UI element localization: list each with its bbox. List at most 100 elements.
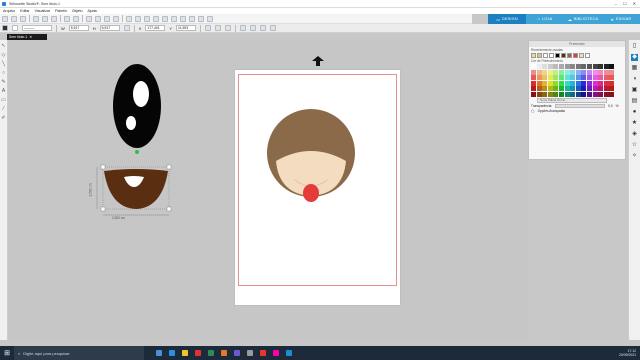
menu-editar[interactable]: Editar <box>20 9 29 13</box>
fill-color-swatch[interactable] <box>2 25 8 31</box>
open-file-button[interactable] <box>11 15 17 22</box>
redo-button[interactable] <box>73 15 79 22</box>
pan-icon[interactable] <box>113 15 119 22</box>
offset-panel-icon[interactable]: ◈ <box>631 131 638 138</box>
page-setup-icon[interactable]: ▯ <box>631 43 638 50</box>
palette-swatch[interactable] <box>570 64 576 69</box>
palette-swatch[interactable] <box>558 64 564 69</box>
palette-swatch[interactable] <box>531 64 536 69</box>
bring-front-icon[interactable] <box>189 15 195 22</box>
palette-swatch[interactable] <box>575 86 581 92</box>
palette-swatch[interactable] <box>592 69 598 75</box>
app-icon[interactable] <box>247 350 253 356</box>
close-tab-icon[interactable]: ✕ <box>29 35 32 39</box>
transparency-value[interactable]: 0,0 <box>608 104 612 108</box>
send-back-icon[interactable] <box>198 15 204 22</box>
palette-swatch[interactable] <box>570 75 576 81</box>
palette-swatch[interactable] <box>603 69 609 75</box>
fill-panel-icon[interactable]: ◆ <box>631 54 638 61</box>
palette-swatch[interactable] <box>531 80 536 86</box>
palette-swatch[interactable] <box>547 86 553 92</box>
palette-swatch[interactable] <box>536 91 542 97</box>
app-icon[interactable] <box>208 350 214 356</box>
palette-swatch[interactable] <box>536 64 542 69</box>
text-tool-icon[interactable]: A <box>1 89 6 94</box>
palette-swatch[interactable] <box>581 75 587 81</box>
favorites-star-icon[interactable]: ★ <box>631 120 638 127</box>
palette-swatch[interactable] <box>598 75 604 81</box>
document-tab[interactable]: Sem título-1 ✕ <box>7 34 47 40</box>
palette-swatch[interactable] <box>575 91 581 97</box>
palette-swatch[interactable] <box>547 75 553 81</box>
save-button[interactable] <box>20 15 26 22</box>
palette-swatch[interactable] <box>558 86 564 92</box>
recent-swatch[interactable] <box>573 53 578 58</box>
tab-design[interactable]: ▭ DESIGN <box>488 14 526 24</box>
app-icon[interactable] <box>221 350 227 356</box>
new-file-button[interactable] <box>2 15 8 22</box>
cut-button[interactable] <box>33 15 39 22</box>
rhinestone-star-icon[interactable]: ☆ <box>631 142 638 149</box>
palette-swatch[interactable] <box>609 80 615 86</box>
advanced-options-row[interactable]: ◯ Opções Avançadas <box>531 109 623 113</box>
palette-swatch[interactable] <box>609 75 615 81</box>
ungroup-icon[interactable] <box>135 15 141 22</box>
replicate-icon[interactable] <box>153 15 159 22</box>
palette-swatch[interactable] <box>603 80 609 86</box>
edge-browser-icon[interactable] <box>169 350 175 356</box>
palette-swatch[interactable] <box>536 75 542 81</box>
menu-paineis[interactable]: Painéis <box>55 9 67 13</box>
palette-swatch[interactable] <box>581 91 587 97</box>
x-position-field[interactable]: 177,401 <box>145 25 166 31</box>
file-explorer-icon[interactable] <box>182 350 188 356</box>
edit-points-icon[interactable]: ◇ <box>1 53 6 58</box>
palette-swatch[interactable] <box>531 86 536 92</box>
transform-icon[interactable]: ▣ <box>631 87 638 94</box>
palette-swatch[interactable] <box>570 86 576 92</box>
palette-swatch[interactable] <box>609 91 615 97</box>
palette-swatch[interactable] <box>592 86 598 92</box>
taskbar-search[interactable]: ⌕ Digite aqui para pesquisar <box>14 346 144 360</box>
palette-swatch[interactable] <box>542 75 548 81</box>
recent-swatch[interactable] <box>549 53 554 58</box>
recent-swatch[interactable] <box>543 53 548 58</box>
palette-swatch[interactable] <box>542 91 548 97</box>
recent-swatch[interactable] <box>531 53 536 58</box>
palette-swatch[interactable] <box>558 69 564 75</box>
palette-swatch[interactable] <box>536 86 542 92</box>
palette-swatch[interactable] <box>575 69 581 75</box>
palette-swatch[interactable] <box>603 75 609 81</box>
palette-swatch[interactable] <box>592 80 598 86</box>
menu-objeto[interactable]: Objeto <box>72 9 83 13</box>
group-icon[interactable] <box>126 15 132 22</box>
palette-swatch[interactable] <box>564 91 570 97</box>
height-field[interactable]: 5,517 <box>99 25 120 31</box>
pointer-tool-icon[interactable]: ↖ <box>1 44 6 49</box>
trace-panel-icon[interactable]: ✧ <box>631 153 638 160</box>
palette-swatch[interactable] <box>542 80 548 86</box>
trace-icon[interactable] <box>171 15 177 22</box>
palette-swatch[interactable] <box>564 86 570 92</box>
palette-swatch[interactable] <box>592 75 598 81</box>
palette-swatch[interactable] <box>598 91 604 97</box>
layers-icon[interactable] <box>240 25 247 31</box>
menu-ajuda[interactable]: Ajuda <box>87 9 96 13</box>
palette-swatch[interactable] <box>592 64 598 69</box>
line-tool-icon[interactable]: ╲ <box>1 62 6 67</box>
palette-swatch[interactable] <box>586 80 592 86</box>
palette-swatch[interactable] <box>598 80 604 86</box>
palette-swatch[interactable] <box>542 86 548 92</box>
modify-icon[interactable]: ● <box>631 109 638 116</box>
tab-biblioteca[interactable]: ☁ BIBLIOTECA <box>564 14 602 24</box>
palette-swatch[interactable] <box>586 69 592 75</box>
offset-icon[interactable] <box>180 15 186 22</box>
palette-swatch[interactable] <box>575 75 581 81</box>
palette-swatch[interactable] <box>564 75 570 81</box>
palette-swatch[interactable] <box>553 64 559 69</box>
palette-swatch[interactable] <box>598 69 604 75</box>
zoom-in-icon[interactable] <box>86 15 92 22</box>
palette-swatch[interactable] <box>558 91 564 97</box>
palette-swatch[interactable] <box>598 86 604 92</box>
palette-swatch[interactable] <box>564 69 570 75</box>
close-button[interactable]: ✕ <box>633 1 636 6</box>
